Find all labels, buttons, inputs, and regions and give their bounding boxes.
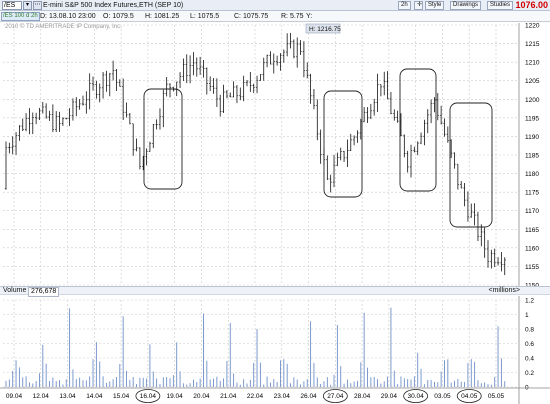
price-tick-label: 1175 bbox=[525, 190, 539, 197]
instrument-description: E-mini S&P 500 Index Futures,ETH (SEP 10… bbox=[43, 2, 184, 9]
time-tick-label: 09.04 bbox=[6, 393, 23, 400]
volume-bars bbox=[5, 307, 506, 387]
quote-range: R: 5.75 bbox=[281, 13, 304, 20]
volume-label: Volume bbox=[3, 287, 27, 294]
time-tick-label: 21.04 bbox=[220, 393, 237, 400]
studies-button[interactable]: Studies bbox=[487, 1, 514, 10]
time-tick-label: 22.04 bbox=[247, 393, 264, 400]
style-button[interactable]: Style bbox=[425, 1, 445, 10]
price-tick-label: 1170 bbox=[525, 208, 539, 215]
quote-high: H: 1081.25 bbox=[145, 13, 180, 20]
price-tick-label: 1215 bbox=[525, 41, 540, 48]
price-tick-label: 1200 bbox=[525, 97, 540, 104]
time-tick-label: 30.04 bbox=[408, 393, 425, 400]
volume-tick-label: 1 bbox=[525, 312, 529, 319]
quote-y: Y: bbox=[306, 13, 313, 20]
drawings-button[interactable]: Drawings bbox=[450, 1, 482, 10]
studies-label: Studies bbox=[490, 2, 511, 8]
price-tick-label: 1205 bbox=[525, 78, 540, 85]
price-tick-label: 1165 bbox=[525, 227, 539, 234]
interval-button[interactable]: 2h bbox=[398, 1, 411, 10]
time-tick-label: 29.04 bbox=[381, 393, 398, 400]
volume-tick-label: 0.6 bbox=[525, 341, 534, 348]
price-panel[interactable]: 1220 1215 1210 1205 1200 1195 1190 1185 1180 1175… bbox=[0, 23, 550, 286]
high-marker: H: 1216.75 bbox=[305, 23, 341, 34]
time-tick-label: 28.04 bbox=[354, 393, 371, 400]
time-tick-label: 23.04 bbox=[274, 393, 291, 400]
chart-toolbar: /ES ▾ ⋯ E-mini S&P 500 Index Futures,ETH… bbox=[0, 0, 550, 11]
price-tick-label: 1155 bbox=[525, 264, 539, 271]
crosshair-icon[interactable]: ✛ bbox=[414, 1, 423, 10]
volume-tick-label: 0.4 bbox=[525, 356, 534, 363]
volume-tick-label: 1.2 bbox=[525, 298, 534, 305]
volume-tick-label: 0.2 bbox=[525, 370, 534, 377]
annotation-box bbox=[323, 90, 363, 198]
time-tick-label: 14.04 bbox=[86, 393, 103, 400]
time-tick-label: 04.05 bbox=[461, 393, 478, 400]
quote-low: L: 1075.5 bbox=[190, 13, 220, 20]
time-tick-label: 19.04 bbox=[167, 393, 184, 400]
quote-close: C: 1075.75 bbox=[234, 13, 269, 20]
volume-units: <millions> bbox=[488, 287, 520, 294]
price-tick-label: 1220 bbox=[525, 23, 540, 30]
drawings-label: Drawings bbox=[453, 2, 479, 8]
style-label: Style bbox=[428, 2, 442, 8]
volume-panel[interactable]: 1.210.80.60.40.2009.04 12.04 13.04 14.04 15.… bbox=[0, 296, 550, 404]
time-tick-label: 13.04 bbox=[59, 393, 76, 400]
volume-header: Volume 276,678 <millions> bbox=[0, 286, 550, 297]
symbol-dropdown-icon[interactable]: ▾ bbox=[23, 1, 32, 10]
quote-open: O: 1079.5 bbox=[103, 13, 134, 20]
price-tick-label: 1160 bbox=[525, 245, 539, 252]
annotation-box bbox=[399, 68, 437, 192]
time-tick-label: 15.04 bbox=[113, 393, 130, 400]
quote-bar: /ES 100 d 2h D: 13.08.10 23:00 O: 1079.5… bbox=[0, 11, 550, 22]
time-tick-label: 12.04 bbox=[33, 393, 50, 400]
time-tick-label: 16.04 bbox=[140, 393, 157, 400]
price-tick-label: 1210 bbox=[525, 60, 540, 67]
time-tick-label: 05.05 bbox=[488, 393, 505, 400]
last-price: 1076.00 bbox=[515, 0, 548, 10]
time-tick-label: 03.05 bbox=[434, 393, 451, 400]
price-tick-label: 1195 bbox=[525, 115, 539, 122]
time-tick-label: 20.04 bbox=[193, 393, 210, 400]
quote-date: D: 13.08.10 23:00 bbox=[40, 13, 96, 20]
symbol-input[interactable]: /ES bbox=[2, 1, 22, 10]
price-tick-label: 1180 bbox=[525, 171, 539, 178]
high-marker-label: H: 1216.75 bbox=[309, 26, 341, 33]
time-tick-label: 27.04 bbox=[327, 393, 344, 400]
price-tick-label: 1190 bbox=[525, 134, 539, 141]
volume-tick-label: 0.8 bbox=[525, 327, 534, 334]
price-tick-label: 1185 bbox=[525, 153, 539, 160]
time-tick-label: 26.04 bbox=[300, 393, 317, 400]
symbol-lookup-icon[interactable]: ⋯ bbox=[33, 1, 42, 10]
aggregation-badge[interactable]: /ES 100 d 2h bbox=[1, 12, 40, 21]
